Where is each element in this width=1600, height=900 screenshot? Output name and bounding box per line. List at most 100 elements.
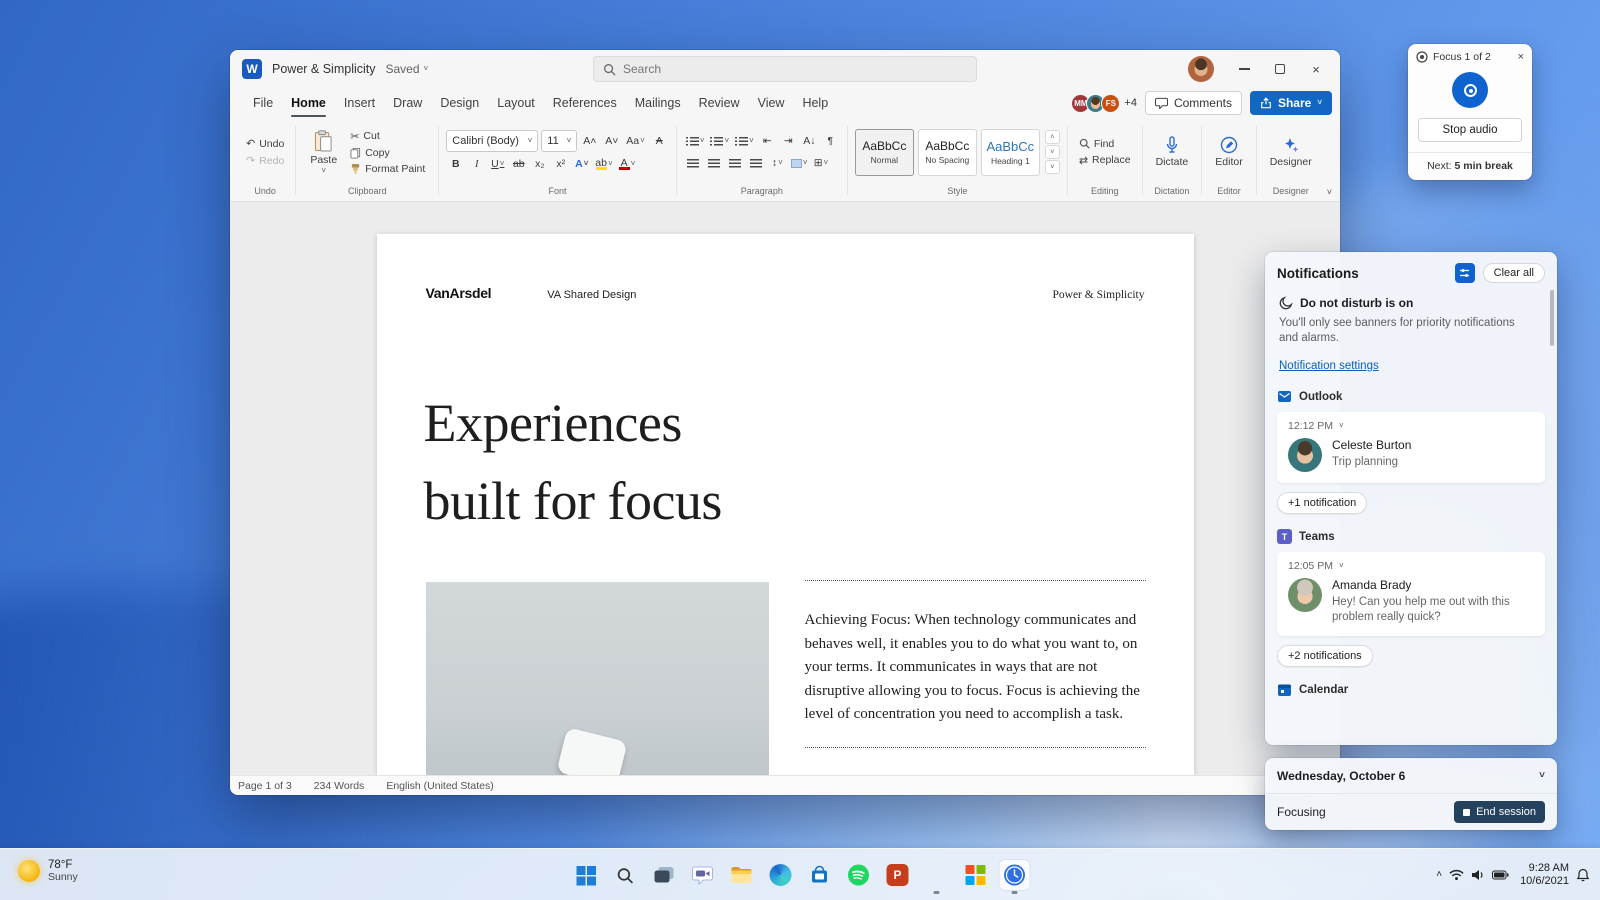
style-gallery-down-button[interactable]: ˅: [1044, 145, 1060, 159]
italic-button[interactable]: I: [467, 154, 486, 174]
text-effects-button[interactable]: A ˅: [572, 154, 591, 174]
taskbar-search-button[interactable]: [610, 860, 640, 890]
collapse-button[interactable]: ˅: [1539, 770, 1545, 781]
close-button[interactable]: ×: [1298, 53, 1334, 85]
page-indicator[interactable]: Page 1 of 3: [238, 780, 292, 792]
search-box[interactable]: [593, 56, 977, 82]
tab-design[interactable]: Design: [431, 88, 488, 118]
file-explorer-button[interactable]: [727, 860, 757, 890]
dictate-button[interactable]: Dictate: [1150, 134, 1195, 170]
wifi-icon[interactable]: [1449, 869, 1464, 881]
edge-button[interactable]: [766, 860, 796, 890]
powerpoint-button[interactable]: P: [883, 860, 913, 890]
weather-widget[interactable]: 78°F Sunny: [10, 855, 86, 887]
font-color-button[interactable]: A ˅: [617, 154, 638, 174]
word-button[interactable]: W: [922, 860, 952, 894]
style-heading-1[interactable]: AaBbCc Heading 1: [980, 128, 1040, 176]
share-button[interactable]: Share ˅: [1249, 91, 1332, 115]
designer-button[interactable]: Designer: [1264, 134, 1318, 170]
undo-button[interactable]: ↶ Undo: [242, 136, 288, 151]
paste-button[interactable]: Paste ˅: [303, 128, 344, 177]
grow-font-button[interactable]: A˄: [580, 131, 599, 151]
borders-button[interactable]: ⊞ ˅: [811, 153, 830, 173]
bold-button[interactable]: B: [446, 154, 465, 174]
editor-button[interactable]: Editor: [1209, 134, 1248, 170]
style-no-spacing[interactable]: AaBbCc No Spacing: [917, 128, 977, 176]
subscript-button[interactable]: x₂: [530, 154, 549, 174]
account-avatar[interactable]: [1188, 56, 1214, 82]
end-session-button[interactable]: End session: [1454, 801, 1545, 823]
tab-review[interactable]: Review: [690, 88, 749, 118]
tab-view[interactable]: View: [749, 88, 794, 118]
style-normal[interactable]: AaBbCc Normal: [854, 128, 914, 176]
font-family-select[interactable]: Calibri (Body) ˅: [446, 130, 539, 152]
style-gallery-up-button[interactable]: ˄: [1044, 130, 1060, 144]
spotify-button[interactable]: [844, 860, 874, 890]
cut-button[interactable]: ✂ Cut: [346, 129, 384, 144]
minimize-button[interactable]: [1226, 53, 1262, 85]
justify-button[interactable]: [747, 153, 766, 173]
align-left-button[interactable]: [684, 153, 703, 173]
notification-settings-icon[interactable]: [1454, 263, 1475, 283]
format-painter-button[interactable]: Format Paint: [346, 162, 429, 176]
stop-audio-button[interactable]: Stop audio: [1418, 118, 1522, 142]
tab-mailings[interactable]: Mailings: [626, 88, 690, 118]
redo-button[interactable]: ↷ Redo: [242, 153, 288, 168]
clock-focus-button[interactable]: [999, 860, 1030, 894]
task-view-button[interactable]: [649, 860, 679, 890]
change-case-button[interactable]: Aa ˅: [624, 131, 647, 151]
underline-button[interactable]: U ˅: [488, 154, 507, 174]
notification-card[interactable]: 12:05 PM ˅ Amanda Brady Hey! Can you hel…: [1277, 552, 1545, 636]
align-center-button[interactable]: [705, 153, 724, 173]
find-button[interactable]: Find: [1075, 137, 1118, 151]
line-spacing-button[interactable]: ↕ ˅: [768, 153, 787, 173]
multilevel-list-button[interactable]: ˅: [733, 131, 756, 151]
more-notifications-button[interactable]: +1 notification: [1277, 492, 1368, 514]
superscript-button[interactable]: x²: [551, 154, 570, 174]
tab-file[interactable]: File: [244, 88, 282, 118]
style-gallery-more-button[interactable]: ˅: [1044, 160, 1060, 174]
shading-button[interactable]: ˅: [789, 153, 810, 173]
more-collaborators[interactable]: +4: [1124, 97, 1137, 109]
tab-home[interactable]: Home: [282, 88, 335, 118]
clear-all-button[interactable]: Clear all: [1482, 263, 1545, 283]
collapse-ribbon-button[interactable]: ˅: [1327, 187, 1332, 197]
tab-insert[interactable]: Insert: [335, 88, 384, 118]
show-formatting-button[interactable]: ¶: [821, 131, 840, 151]
audio-playing-button[interactable]: [1452, 72, 1488, 108]
scrollbar-thumb[interactable]: [1550, 290, 1554, 346]
notification-bell-icon[interactable]: [1576, 868, 1590, 882]
chevron-down-icon[interactable]: ˅: [1339, 562, 1344, 570]
more-notifications-button[interactable]: +2 notifications: [1277, 645, 1373, 667]
highlight-button[interactable]: ab ˅: [593, 154, 614, 174]
shrink-font-button[interactable]: A˅: [602, 131, 621, 151]
comments-button[interactable]: Comments: [1144, 91, 1242, 115]
strikethrough-button[interactable]: ab: [509, 154, 528, 174]
tab-draw[interactable]: Draw: [384, 88, 431, 118]
tab-layout[interactable]: Layout: [488, 88, 544, 118]
search-input[interactable]: [623, 62, 967, 76]
language-indicator[interactable]: English (United States): [386, 780, 493, 792]
office-button[interactable]: [961, 860, 991, 890]
volume-icon[interactable]: [1471, 869, 1485, 881]
notification-card[interactable]: 12:12 PM ˅ Celeste Burton Trip planning: [1277, 412, 1545, 483]
increase-indent-button[interactable]: ⇥: [779, 131, 798, 151]
chevron-down-icon[interactable]: ˅: [1339, 422, 1344, 430]
font-size-select[interactable]: 11 ˅: [541, 130, 578, 152]
document-canvas[interactable]: VanArsdel VA Shared Design Power & Simpl…: [230, 202, 1340, 775]
close-icon[interactable]: ×: [1518, 51, 1524, 63]
bullet-list-button[interactable]: ˅: [684, 131, 707, 151]
tray-clock[interactable]: 9:28 AM 10/6/2021: [1520, 862, 1569, 888]
tab-help[interactable]: Help: [793, 88, 837, 118]
battery-icon[interactable]: [1492, 870, 1509, 880]
copy-button[interactable]: Copy: [346, 146, 394, 160]
save-status[interactable]: Saved ˅: [386, 62, 429, 76]
chat-button[interactable]: [688, 860, 718, 890]
decrease-indent-button[interactable]: ⇤: [758, 131, 777, 151]
notification-settings-link[interactable]: Notification settings: [1279, 360, 1379, 372]
start-button[interactable]: [571, 860, 601, 890]
tab-references[interactable]: References: [544, 88, 626, 118]
numbered-list-button[interactable]: ˅: [708, 131, 731, 151]
document-image[interactable]: [425, 582, 769, 775]
sort-button[interactable]: A↓: [800, 131, 819, 151]
